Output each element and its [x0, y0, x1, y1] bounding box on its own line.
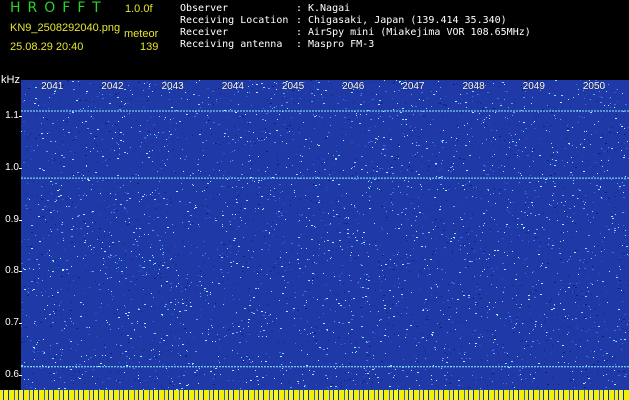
y-tick-label: 1.1: [5, 110, 19, 122]
info-value-observer: K.Nagai: [308, 3, 351, 14]
info-value-antenna: Maspro FM-3: [308, 39, 375, 50]
y-tick-mark: [19, 374, 22, 376]
x-tick-label: 2049: [522, 81, 545, 92]
x-tick-label: 2046: [342, 81, 365, 92]
x-tick-label: 2041: [41, 81, 64, 92]
detection-strip: [0, 390, 629, 400]
info-colon: :: [296, 15, 303, 26]
timestamp: 25.08.29 20:40: [10, 41, 84, 53]
info-key-location: Receiving Location: [180, 15, 289, 26]
info-colon: :: [296, 3, 303, 14]
mode-label: meteor: [124, 28, 159, 40]
x-tick-label: 2042: [101, 81, 124, 92]
x-tick-label: 2044: [221, 81, 244, 92]
y-tick-mark: [19, 219, 22, 221]
y-tick-mark: [19, 167, 22, 169]
x-tick-label: 2048: [462, 81, 485, 92]
hrofft-window: HROFFT 1.0.0f KN9_2508292040.png meteor …: [0, 0, 629, 400]
y-tick-label: 0.7: [5, 316, 19, 328]
y-tick-label: 0.6: [5, 368, 19, 380]
info-colon: :: [296, 39, 303, 50]
app-title: HROFFT: [10, 0, 108, 16]
y-axis-label: kHz: [1, 74, 20, 86]
info-colon: :: [296, 27, 303, 38]
y-tick-mark: [19, 322, 22, 324]
y-tick-label: 0.9: [5, 213, 19, 225]
x-tick-label: 2045: [281, 81, 305, 92]
info-key-receiver: Receiver: [180, 27, 229, 38]
x-tick-label: 2043: [161, 81, 184, 92]
spectrogram-svg: [21, 80, 629, 390]
info-value-receiver: AirSpy mini (Miakejima VOR 108.65MHz): [308, 27, 531, 38]
info-value-location: Chigasaki, Japan (139.414 35.340): [308, 15, 507, 26]
y-tick-mark: [19, 271, 22, 273]
y-tick-mark: [19, 116, 22, 118]
meteor-count: 139: [140, 41, 159, 53]
y-tick-label: 1.0: [5, 161, 19, 173]
x-tick-label: 2050: [582, 81, 606, 92]
info-key-observer: Observer: [180, 3, 229, 14]
x-tick-label: 2047: [402, 81, 425, 92]
spectrogram-plot: [21, 80, 629, 390]
info-key-antenna: Receiving antenna: [180, 39, 283, 50]
file-name: KN9_2508292040.png: [10, 22, 121, 34]
app-version: 1.0.0f: [125, 3, 153, 15]
y-tick-label: 0.8: [5, 265, 19, 277]
